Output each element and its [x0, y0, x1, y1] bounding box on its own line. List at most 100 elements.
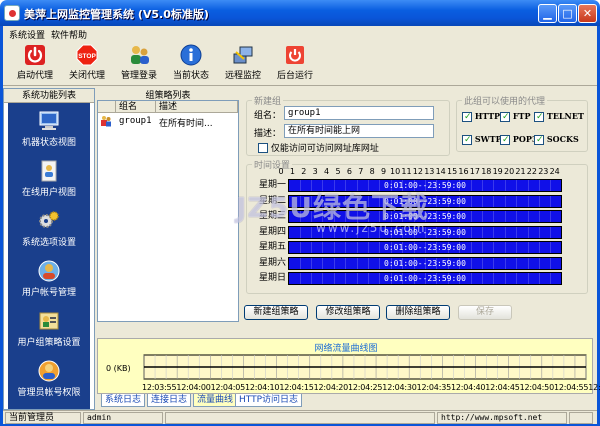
status-admin-user: admin [83, 412, 163, 424]
hour-label: 19 [492, 167, 503, 176]
save-button[interactable]: 保存 [458, 305, 512, 320]
new-policy-button[interactable]: 新建组策略 [244, 305, 308, 320]
proxy-socks-option[interactable]: SOCKS [534, 134, 579, 145]
remote-monitor-icon [233, 46, 253, 64]
admin-login-button[interactable]: 管理登录 [113, 44, 165, 84]
admin-login-icon [131, 46, 149, 64]
proxy-socks-label: SOCKS [546, 134, 579, 144]
function-list-panel: 系统功能列表 机器状态视图 在线用户视图 系统选项设置 用户帐号管理 用户组策略… [3, 88, 95, 410]
proxy-ftp-option[interactable]: FTP [500, 111, 531, 122]
url-library-only-checkbox[interactable] [258, 142, 268, 153]
proxy-swtp-checkbox[interactable] [462, 134, 472, 145]
tab-system-log[interactable]: 系统日志 [101, 394, 146, 407]
nav-online-users-label: 在线用户视图 [21, 188, 76, 198]
stop-proxy-button[interactable]: STOP 关闭代理 [61, 44, 113, 84]
url-library-only-option[interactable]: 仅能访问可访问网址库网址 [258, 141, 379, 154]
url-library-only-label: 仅能访问可访问网址库网址 [270, 144, 379, 154]
nav-user-accounts[interactable]: 用户帐号管理 [8, 255, 90, 305]
admin-account-icon [38, 360, 60, 382]
proxy-socks-checkbox[interactable] [534, 134, 544, 145]
proxy-telnet-label: TELNET [546, 111, 584, 121]
group-icon [101, 116, 111, 127]
hour-label: 7 [358, 167, 364, 176]
user-online-icon [41, 160, 57, 182]
hour-label: 1 [289, 167, 295, 176]
power-on-icon [25, 45, 45, 65]
column-header-name[interactable]: 组名 [116, 101, 156, 113]
group-desc-label: 描述： [254, 129, 282, 139]
status-url[interactable]: http://www.mpsoft.net [437, 412, 567, 424]
day-time-range-bar[interactable]: 0:01:00--23:59:00 [288, 272, 562, 285]
proxy-ftp-label: FTP [512, 111, 531, 121]
background-run-button[interactable]: 后台运行 [269, 44, 321, 84]
close-button[interactable]: ✕ [578, 4, 597, 23]
user-account-icon [38, 260, 60, 282]
remote-monitor-button[interactable]: 远程监控 [217, 44, 269, 84]
log-tabs: 系统日志 连接日志 流量曲线 HTTP访问日志 [97, 394, 593, 408]
computer-icon [39, 111, 59, 130]
group-name-label: 组名： [254, 111, 282, 121]
group-policy-list-title: 组策略列表 [145, 91, 191, 101]
nav-system-options-label: 系统选项设置 [21, 238, 76, 248]
traffic-time-axis: 12:03:5512:04:0012:04:0512:04:1012:04:15… [142, 383, 600, 392]
group-policy-icon [39, 312, 59, 330]
day-row: 星期日 0:01:00--23:59:00 [248, 271, 578, 286]
delete-policy-button[interactable]: 删除组策略 [386, 305, 450, 320]
nav-user-accounts-label: 用户帐号管理 [21, 288, 76, 298]
day-name: 星期五 [258, 242, 286, 252]
background-run-icon [286, 46, 304, 64]
edit-policy-button[interactable]: 修改组策略 [316, 305, 380, 320]
group-policy-list[interactable]: 组名 描述 group1 在所有时间... [97, 100, 239, 322]
proxy-ftp-checkbox[interactable] [500, 111, 510, 122]
nav-system-options[interactable]: 系统选项设置 [8, 205, 90, 255]
nav-group-policy[interactable]: 用户组策略设置 [8, 305, 90, 355]
function-nav: 机器状态视图 在线用户视图 系统选项设置 用户帐号管理 用户组策略设置 管理员帐… [8, 103, 90, 409]
nav-group-policy-label: 用户组策略设置 [17, 338, 81, 348]
proxy-telnet-option[interactable]: TELNET [534, 111, 584, 122]
hour-scale: 0 1 2 3 4 5 6 7 8 9 10 11 12 13 14 15 16 17 18 19 20 21 22 23 24 [278, 167, 581, 177]
app-icon [4, 5, 20, 21]
nav-admin-accounts[interactable]: 管理员帐号权限 [8, 355, 90, 405]
nav-machine-status[interactable]: 机器状态视图 [8, 105, 90, 155]
nav-online-users[interactable]: 在线用户视图 [8, 155, 90, 205]
minimize-button[interactable]: ▁ [538, 4, 557, 23]
hour-label: 5 [335, 167, 341, 176]
title-bar[interactable]: 美萍上网监控管理系统 (V5.0标准版) ▁ □ ✕ [0, 0, 600, 26]
menu-system-settings[interactable]: 系统设置 [9, 28, 45, 41]
day-name: 星期日 [258, 273, 286, 283]
start-proxy-button[interactable]: 启动代理 [9, 44, 61, 84]
proxy-pop3-option[interactable]: POP3 [500, 134, 537, 145]
column-header-desc[interactable]: 描述 [156, 101, 238, 113]
proxy-telnet-checkbox[interactable] [534, 111, 544, 122]
proxy-pop3-checkbox[interactable] [500, 134, 510, 145]
tab-http-access-log[interactable]: HTTP访问日志 [235, 394, 303, 407]
tab-traffic-curve[interactable]: 流量曲线 [193, 394, 238, 407]
allowed-proxies-legend: 此组可以使用的代理 [462, 94, 548, 107]
admin-login-label: 管理登录 [120, 71, 157, 81]
proxy-swtp-option[interactable]: SWTP [462, 134, 502, 145]
hour-label: 12 [412, 167, 423, 176]
current-status-label: 当前状态 [172, 71, 209, 81]
day-row: 星期五 0:01:00--23:59:00 [248, 240, 578, 255]
maximize-button[interactable]: □ [558, 4, 577, 23]
proxy-http-option[interactable]: HTTP [462, 111, 500, 122]
current-status-button[interactable]: 当前状态 [165, 44, 217, 84]
menu-software-help[interactable]: 软件帮助 [51, 28, 87, 41]
hour-label: 24 [549, 167, 560, 176]
hour-label: 10 [390, 167, 401, 176]
hour-label: 22 [526, 167, 537, 176]
menu-bar: 系统设置 软件帮助 [3, 26, 597, 42]
day-row: 星期六 0:01:00--23:59:00 [248, 256, 578, 271]
function-list-title: 系统功能列表 [4, 89, 94, 103]
table-row[interactable]: group1 在所有时间... [98, 115, 238, 129]
group-name-input[interactable]: group1 [284, 106, 434, 120]
hour-label: 6 [346, 167, 352, 176]
group-desc-cell: 在所有时间... [159, 119, 213, 129]
toolbar: 启动代理 STOP 关闭代理 管理登录 当前状态 远程监控 后台运行 [3, 42, 597, 86]
group-desc-input[interactable]: 在所有时间能上网 [284, 124, 434, 138]
tab-connection-log[interactable]: 连接日志 [147, 394, 192, 407]
day-time-range-bar[interactable]: 0:01:00--23:59:00 [288, 241, 562, 254]
hour-label: 2 [301, 167, 307, 176]
day-time-range-bar[interactable]: 0:01:00--23:59:00 [288, 256, 562, 270]
proxy-http-checkbox[interactable] [462, 111, 472, 122]
